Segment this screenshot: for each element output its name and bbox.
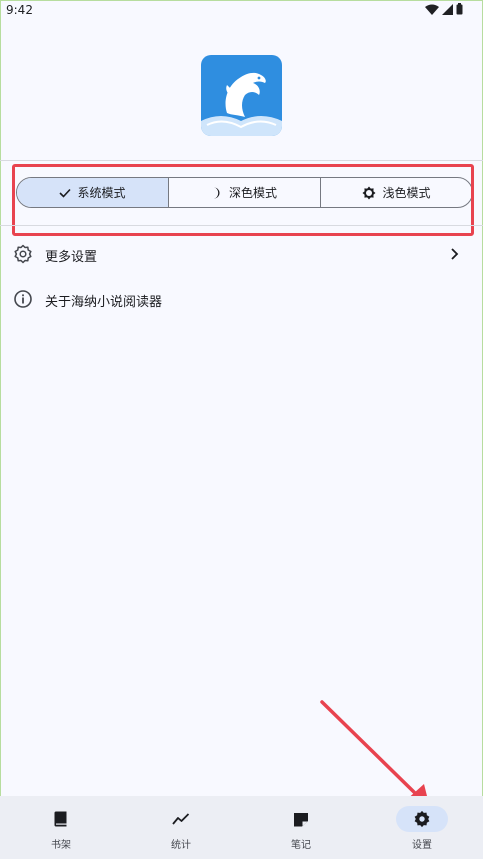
check-icon <box>59 188 72 198</box>
chevron-right-icon <box>451 248 459 260</box>
light-mode-label: 浅色模式 <box>382 186 431 200</box>
nav-settings[interactable]: 设置 <box>362 796 482 859</box>
battery-icon <box>456 3 463 15</box>
light-mode-button[interactable]: 浅色模式 <box>320 178 472 207</box>
wifi-icon <box>425 4 439 15</box>
note-icon <box>294 812 308 826</box>
nav-settings-label: 设置 <box>412 840 432 851</box>
about-label: 关于海纳小说阅读器 <box>45 295 163 310</box>
mode-divider <box>0 225 483 226</box>
trend-icon <box>172 813 190 825</box>
moon-icon <box>213 187 220 198</box>
more-settings-row[interactable]: 更多设置 <box>0 235 483 273</box>
nav-settings-indicator <box>396 806 448 832</box>
dark-mode-label: 深色模式 <box>228 186 277 200</box>
gear-icon <box>414 810 430 828</box>
nav-bookshelf-label: 书架 <box>51 840 71 851</box>
gear-outline-icon <box>14 244 32 264</box>
nav-statistics-indicator <box>155 806 207 832</box>
nav-notes[interactable]: 笔记 <box>241 796 361 859</box>
status-bar: 9:42 <box>0 0 483 20</box>
system-mode-button[interactable]: 系统模式 <box>17 178 168 207</box>
bottom-navigation: 书架 统计 笔记 设置 <box>0 796 483 859</box>
nav-bookshelf-indicator <box>35 806 87 832</box>
nav-statistics-label: 统计 <box>171 840 191 851</box>
more-settings-label: 更多设置 <box>45 250 98 265</box>
status-icons <box>425 3 463 15</box>
status-time: 9:42 <box>6 3 33 17</box>
app-logo <box>201 55 282 136</box>
nav-notes-label: 笔记 <box>291 840 311 851</box>
theme-mode-selector: 系统模式 深色模式 浅色模式 <box>16 177 473 208</box>
system-mode-label: 系统模式 <box>77 186 126 200</box>
nav-notes-indicator <box>275 806 327 832</box>
info-icon <box>14 290 32 308</box>
nav-bookshelf[interactable]: 书架 <box>1 796 121 859</box>
signal-icon <box>442 3 453 15</box>
sun-icon <box>362 186 376 199</box>
dark-mode-button[interactable]: 深色模式 <box>168 178 320 207</box>
header-divider <box>0 160 483 161</box>
book-icon <box>54 811 67 827</box>
about-row[interactable]: 关于海纳小说阅读器 <box>0 280 483 318</box>
nav-statistics[interactable]: 统计 <box>121 796 241 859</box>
